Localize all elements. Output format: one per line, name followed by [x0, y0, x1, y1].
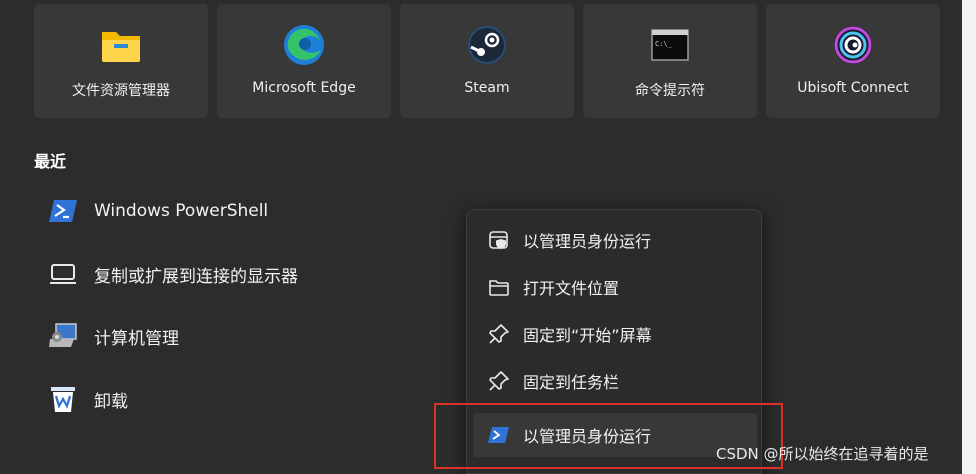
recent-item-label: Windows PowerShell [94, 201, 269, 221]
tile-label: Steam [464, 80, 510, 96]
recent-item-label: 复制或扩展到连接的显示器 [94, 266, 298, 287]
svg-text:C:\_: C:\_ [655, 40, 673, 48]
steam-icon [466, 24, 508, 66]
menu-item-pin-to-start[interactable]: 固定到“开始”屏幕 [473, 312, 757, 356]
tile-label: 命令提示符 [635, 83, 705, 99]
menu-item-run-as-admin[interactable]: 以管理员身份运行 [473, 218, 757, 262]
menu-item-open-file-location[interactable]: 打开文件位置 [473, 265, 757, 309]
pin-icon [487, 322, 511, 346]
recent-section-title: 最近 [34, 152, 67, 171]
recent-item-computer-management[interactable]: 计算机管理 [46, 318, 179, 354]
powershell-icon [46, 194, 80, 228]
recent-item-display[interactable]: 复制或扩展到连接的显示器 [46, 256, 298, 292]
menu-item-label: 打开文件位置 [523, 279, 620, 298]
pin-icon [487, 369, 511, 393]
cmd-icon: C:\_ [649, 24, 691, 66]
tile-label: Ubisoft Connect [797, 80, 909, 96]
edge-icon [283, 24, 325, 66]
menu-item-label: 固定到“开始”屏幕 [523, 326, 652, 345]
folder-icon [100, 24, 142, 66]
tile-label: 文件资源管理器 [72, 83, 170, 99]
watermark-text: CSDN @所以始终在追寻着的是 [716, 445, 929, 463]
pinned-tile-steam[interactable]: Steam [400, 4, 574, 118]
pinned-tile-cmd[interactable]: C:\_ 命令提示符 [583, 4, 757, 118]
pinned-tile-file-explorer[interactable]: 文件资源管理器 [34, 4, 208, 118]
menu-item-pin-to-taskbar[interactable]: 固定到任务栏 [473, 359, 757, 403]
recent-item-uninstall[interactable]: 卸载 [46, 381, 128, 417]
tile-label: Microsoft Edge [252, 80, 356, 96]
recent-item-powershell[interactable]: Windows PowerShell [46, 193, 268, 229]
display-icon [46, 257, 80, 291]
wps-icon [46, 382, 80, 416]
pinned-tile-ubisoft[interactable]: Ubisoft Connect [766, 4, 940, 118]
menu-item-label: 以管理员身份运行 [523, 232, 652, 251]
computer-management-icon [46, 319, 80, 353]
recent-item-label: 卸载 [94, 391, 128, 412]
ubisoft-icon [832, 24, 874, 66]
shield-icon [487, 228, 511, 252]
background-window-edge [962, 0, 976, 474]
pinned-tile-edge[interactable]: Microsoft Edge [217, 4, 391, 118]
menu-item-label: 固定到任务栏 [523, 373, 620, 392]
folder-outline-icon [487, 275, 511, 299]
recent-item-label: 计算机管理 [94, 328, 179, 349]
